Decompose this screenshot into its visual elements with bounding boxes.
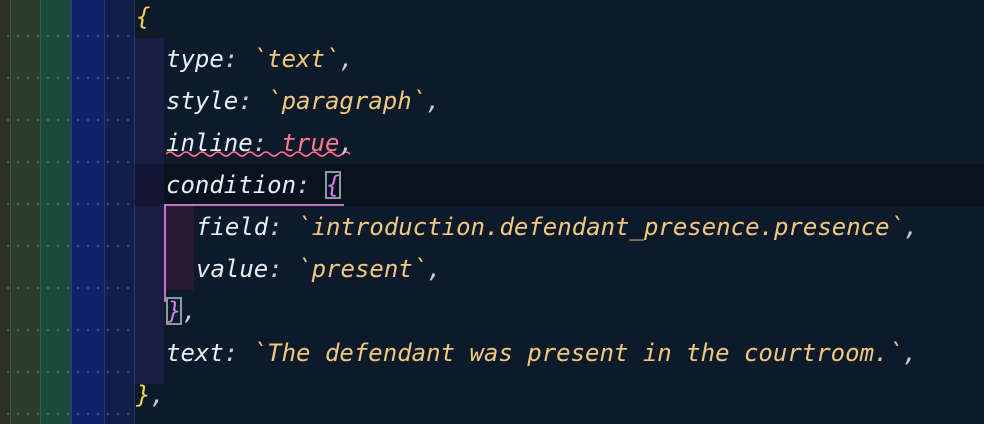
- comma: ,: [427, 255, 442, 283]
- colon: :: [252, 129, 268, 157]
- guide-divider: [134, 0, 135, 424]
- condition-brace-open: {: [324, 171, 342, 199]
- colon: :: [268, 255, 283, 283]
- key-condition: condition: [166, 171, 297, 199]
- colon: :: [238, 87, 253, 115]
- whitespace-dots: [0, 0, 134, 424]
- comma: ,: [182, 297, 197, 325]
- code-line-type[interactable]: type: `text`,: [166, 38, 354, 80]
- colon: :: [268, 213, 283, 241]
- code-line-open-brace[interactable]: {: [136, 0, 150, 38]
- code-line-condition-close[interactable]: },: [166, 290, 197, 332]
- value-field: `introduction.defendant_presence.presenc…: [297, 213, 905, 241]
- key-type: type: [166, 45, 224, 73]
- key-text: text: [166, 339, 224, 367]
- colon: :: [296, 171, 311, 199]
- key-field: field: [196, 213, 269, 241]
- condition-brace-close: }: [166, 297, 183, 325]
- comma: ,: [426, 87, 441, 115]
- code-line-condition[interactable]: condition: {: [166, 164, 342, 206]
- key-value: value: [196, 255, 269, 283]
- code-line-close-brace[interactable]: },: [136, 374, 165, 416]
- code-line-style[interactable]: style: `paragraph`,: [166, 80, 441, 122]
- brace-close: }: [136, 381, 151, 409]
- code-line-text[interactable]: text: `The defendant was present in the …: [166, 332, 917, 374]
- value-text: `The defendant was present in the courtr…: [252, 339, 903, 367]
- indent-guide-6: [134, 38, 164, 384]
- comma: ,: [902, 339, 918, 367]
- value-style: `paragraph`: [267, 87, 427, 115]
- comma: ,: [339, 129, 354, 157]
- comma: ,: [904, 213, 919, 241]
- colon: :: [223, 45, 239, 73]
- code-line-inline[interactable]: inline: true,: [166, 122, 354, 164]
- key-style: style: [166, 87, 239, 115]
- value-inline: true: [281, 129, 340, 157]
- bracket-scope-line: [164, 204, 166, 302]
- indent-guide-7: [164, 206, 194, 290]
- comma: ,: [339, 45, 354, 73]
- brace-open: {: [136, 3, 151, 31]
- comma: ,: [150, 381, 165, 409]
- code-line-value[interactable]: value: `present`,: [196, 248, 442, 290]
- value-value: `present`: [297, 255, 428, 283]
- value-type: `text`: [252, 45, 340, 73]
- colon: :: [223, 339, 239, 367]
- key-inline: inline: [166, 129, 253, 157]
- code-line-field[interactable]: field: `introduction.defendant_presence.…: [196, 206, 918, 248]
